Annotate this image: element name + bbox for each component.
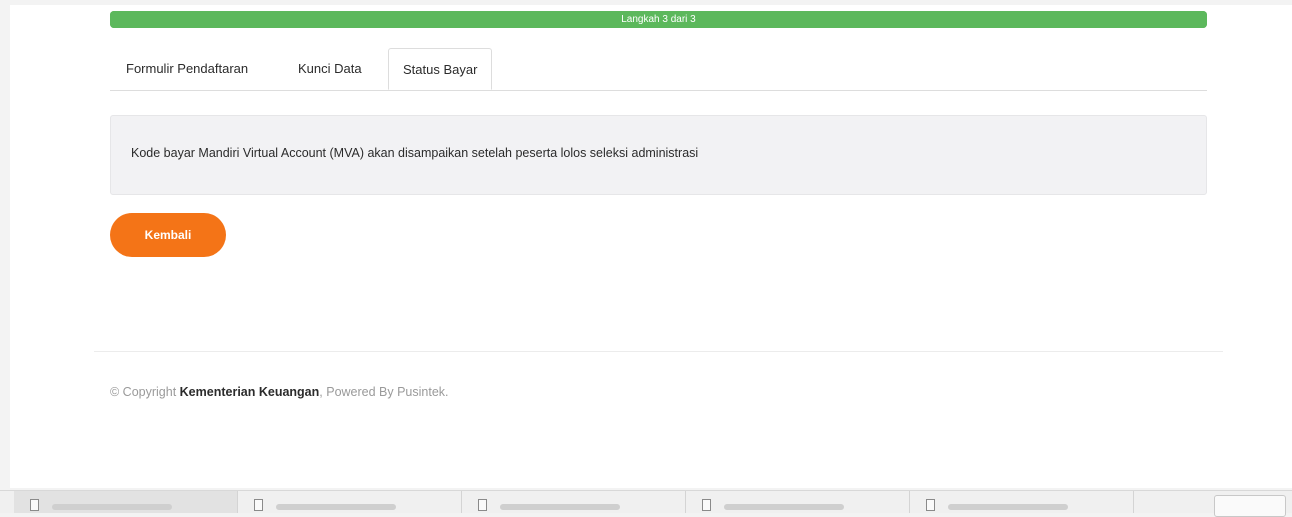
download-item[interactable]: [910, 491, 1134, 513]
tab-kunci-data[interactable]: Kunci Data: [298, 48, 362, 90]
progress-label: Langkah 3 dari 3: [621, 14, 696, 25]
file-icon: [926, 499, 935, 511]
page-content: Langkah 3 dari 3 Formulir Pendaftaran Ku…: [10, 5, 1292, 488]
file-icon: [478, 499, 487, 511]
tab-status-bayar[interactable]: Status Bayar: [388, 48, 493, 90]
download-filename: [500, 504, 620, 510]
downloads-bar: [0, 490, 1292, 517]
download-item[interactable]: [14, 491, 238, 513]
download-item[interactable]: [238, 491, 462, 513]
footer-copyright: © Copyright Kementerian Keuangan, Powere…: [110, 385, 449, 399]
download-filename: [276, 504, 396, 510]
footer-org-name: Kementerian Keuangan: [179, 385, 320, 399]
download-filename: [52, 504, 172, 510]
back-button[interactable]: Kembali: [110, 213, 226, 257]
footer-divider: [94, 351, 1223, 352]
show-all-downloads-button[interactable]: [1214, 495, 1286, 517]
download-item[interactable]: [462, 491, 686, 513]
download-item[interactable]: [686, 491, 910, 513]
download-filename: [724, 504, 844, 510]
copyright-suffix: , Powered By Pusintek.: [319, 385, 449, 399]
info-alert: Kode bayar Mandiri Virtual Account (MVA)…: [110, 115, 1207, 195]
download-filename: [948, 504, 1068, 510]
file-icon: [30, 499, 39, 511]
tab-bar: Formulir Pendaftaran Kunci Data Status B…: [110, 48, 1207, 91]
progress-bar: Langkah 3 dari 3: [110, 11, 1207, 28]
file-icon: [254, 499, 263, 511]
info-message: Kode bayar Mandiri Virtual Account (MVA)…: [131, 146, 699, 160]
copyright-prefix: © Copyright: [110, 385, 180, 399]
tab-formulir-pendaftaran[interactable]: Formulir Pendaftaran: [126, 48, 248, 90]
file-icon: [702, 499, 711, 511]
